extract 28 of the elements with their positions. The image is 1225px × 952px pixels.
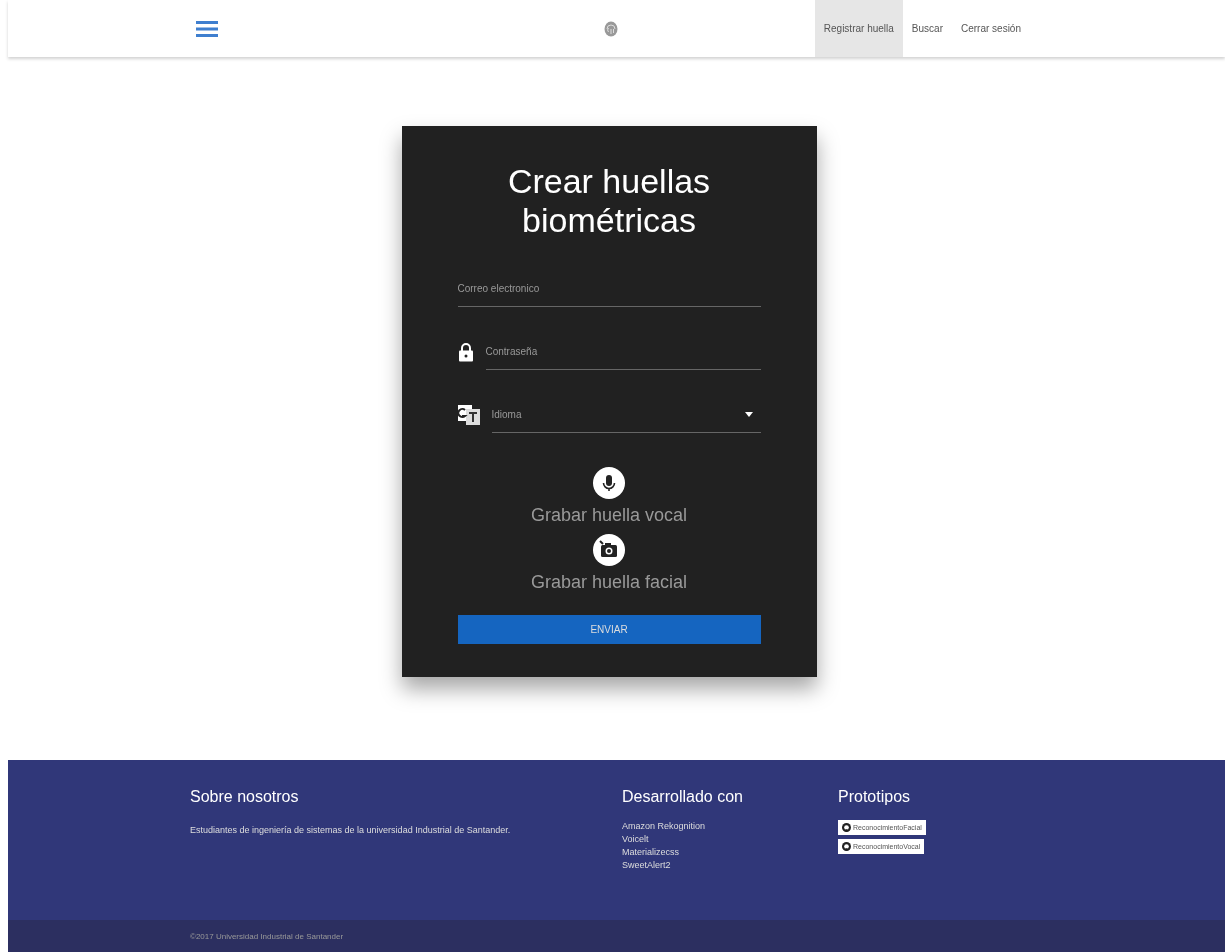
- input-field[interactable]: Correo electronico: [457, 270, 761, 307]
- section-title: Desarrollado con: [622, 788, 743, 806]
- menu-icon[interactable]: [196, 20, 218, 37]
- input-field[interactable]: Idioma: [491, 396, 761, 433]
- dropdown-caret-icon[interactable]: [744, 412, 753, 417]
- technology-item: Materializecss: [622, 846, 679, 859]
- record-label: Grabar huella vocal: [530, 505, 688, 526]
- submit-button[interactable]: ENVIAR: [457, 615, 761, 644]
- input-field[interactable]: Contraseña: [485, 333, 761, 370]
- technology-item: SweetAlert2: [622, 859, 671, 872]
- section-title: Sobre nosotros: [190, 788, 299, 806]
- nav-link[interactable]: Buscar: [902, 0, 952, 57]
- lock-icon: [457, 341, 474, 362]
- translate-icon: [457, 404, 480, 425]
- technology-item: Amazon Rekognition: [622, 820, 706, 833]
- github-icon: [842, 842, 851, 851]
- technology-item: Voicelt: [622, 833, 649, 846]
- nav-link[interactable]: Cerrar sesión: [951, 0, 1030, 57]
- fingerprint-icon[interactable]: [604, 20, 618, 37]
- about-text: Estudiantes de ingeniería de sistemas de la universidad Industrial de Santander.: [190, 824, 512, 837]
- nav-link[interactable]: Registrar huella: [814, 0, 903, 57]
- section-title: Prototipos: [838, 788, 911, 806]
- record-label: Grabar huella facial: [530, 572, 688, 593]
- copyright-text: ©2017 Universidad Industrial de Santander: [190, 931, 344, 941]
- camera-icon[interactable]: [593, 534, 625, 566]
- microphone-icon[interactable]: [593, 467, 625, 499]
- github-icon: [842, 823, 851, 832]
- form-title: Crear huellas biométricas: [506, 162, 712, 240]
